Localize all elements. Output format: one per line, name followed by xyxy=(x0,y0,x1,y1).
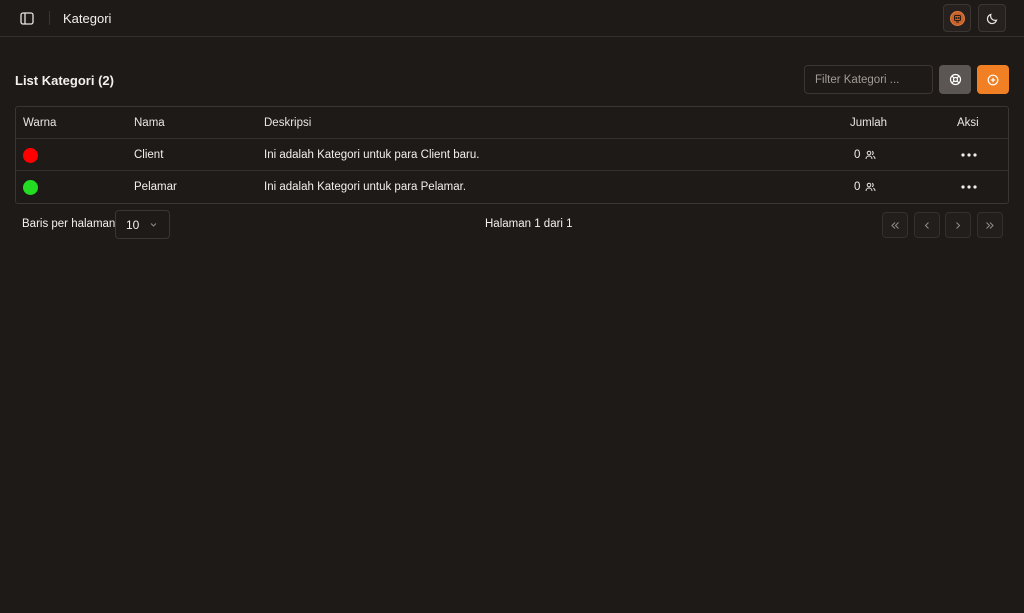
more-horizontal-icon xyxy=(961,153,977,157)
next-page-button[interactable] xyxy=(945,212,971,238)
list-title: List Kategori (2) xyxy=(15,73,114,88)
table-header-row: Warna Nama Deskripsi Jumlah Aksi xyxy=(16,107,1008,139)
color-swatch xyxy=(23,147,38,163)
category-table: Warna Nama Deskripsi Jumlah Aksi Client … xyxy=(15,106,1009,204)
page-title: Kategori xyxy=(63,11,112,26)
avatar-icon xyxy=(949,10,965,26)
previous-page-button[interactable] xyxy=(914,212,940,238)
header-divider xyxy=(49,11,50,25)
column-header-deskripsi[interactable]: Deskripsi xyxy=(264,107,311,139)
chevron-down-icon xyxy=(150,223,157,227)
panel-left-icon xyxy=(20,11,34,25)
column-header-warna[interactable]: Warna xyxy=(23,107,56,139)
more-horizontal-icon xyxy=(961,185,977,189)
row-actions-button[interactable] xyxy=(959,171,979,203)
last-page-button[interactable] xyxy=(977,212,1003,238)
table-row[interactable]: Pelamar Ini adalah Kategori untuk para P… xyxy=(16,171,1008,203)
plus-circle-icon xyxy=(987,74,999,85)
add-category-button[interactable] xyxy=(977,65,1009,94)
color-cell xyxy=(23,139,38,171)
member-count: 0 xyxy=(854,139,876,171)
reset-icon xyxy=(949,73,961,86)
rows-per-page-select[interactable]: 10 xyxy=(115,210,170,239)
table-row[interactable]: Client Ini adalah Kategori untuk para Cl… xyxy=(16,139,1008,171)
chevron-right-icon xyxy=(956,221,961,229)
users-icon xyxy=(865,182,876,192)
color-swatch xyxy=(23,179,38,195)
avatar-button[interactable] xyxy=(943,4,971,32)
member-count: 0 xyxy=(854,171,876,203)
column-header-aksi: Aksi xyxy=(957,117,979,129)
column-header-nama[interactable]: Nama xyxy=(134,107,165,139)
row-actions-button[interactable] xyxy=(959,139,979,171)
category-name: Pelamar xyxy=(134,181,177,193)
category-name: Client xyxy=(134,149,164,161)
category-description: Ini adalah Kategori untuk para Client ba… xyxy=(264,149,480,161)
rows-per-page-label: Baris per halaman xyxy=(22,218,116,230)
chevrons-left-icon xyxy=(891,221,899,229)
reset-filter-button[interactable] xyxy=(939,65,971,94)
users-icon xyxy=(865,150,876,160)
member-count-value: 0 xyxy=(854,149,861,161)
theme-toggle-button[interactable] xyxy=(978,4,1006,32)
chevron-left-icon xyxy=(924,221,929,229)
filter-input[interactable] xyxy=(804,65,933,94)
sidebar-toggle-button[interactable] xyxy=(16,8,38,28)
first-page-button[interactable] xyxy=(882,212,908,238)
category-description: Ini adalah Kategori untuk para Pelamar. xyxy=(264,181,467,193)
chevrons-right-icon xyxy=(986,221,994,229)
page-info: Halaman 1 dari 1 xyxy=(485,218,573,230)
top-bar: Kategori xyxy=(0,0,1024,37)
moon-icon xyxy=(986,13,997,24)
member-count-value: 0 xyxy=(854,181,861,193)
column-header-jumlah[interactable]: Jumlah xyxy=(850,107,887,139)
color-cell xyxy=(23,171,38,203)
rows-per-page-value: 10 xyxy=(126,217,140,232)
